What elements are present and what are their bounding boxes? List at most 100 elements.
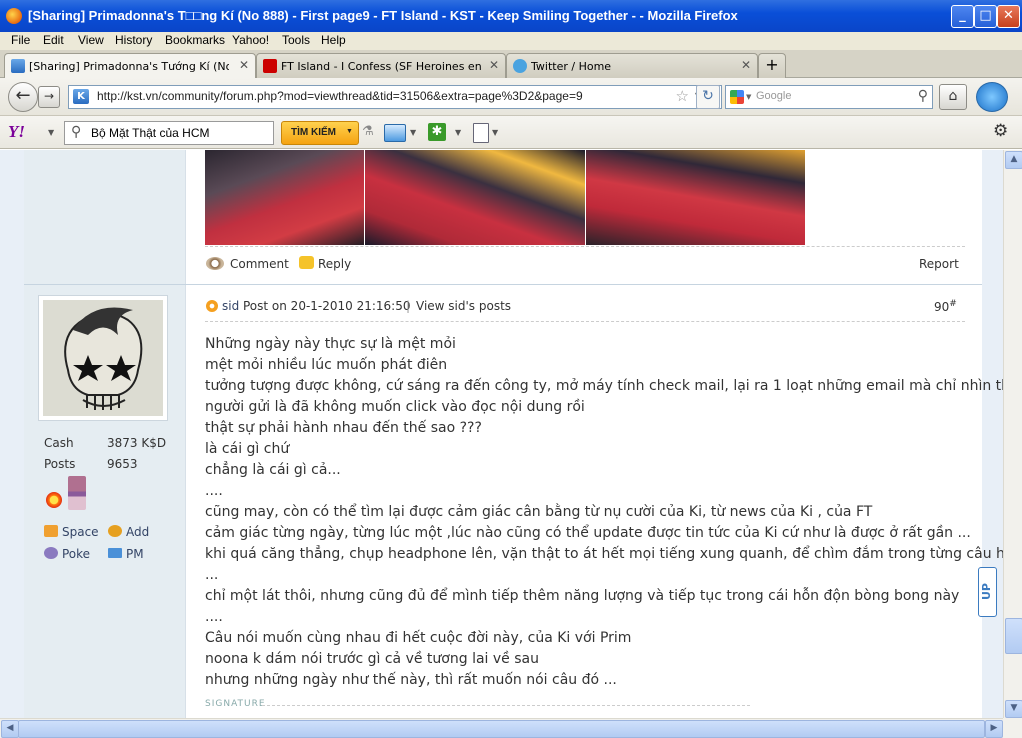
cash-value: 3873 K$D — [107, 436, 167, 450]
tab-close-icon[interactable]: ✕ — [741, 58, 751, 72]
online-status-icon — [206, 300, 218, 312]
menu-file[interactable]: File — [11, 33, 30, 47]
menu-help[interactable]: Help — [321, 33, 346, 47]
post-image-3[interactable] — [586, 150, 805, 245]
cash-label: Cash — [44, 436, 74, 450]
header-separator: | — [406, 299, 411, 313]
poke-link[interactable]: Poke — [62, 547, 90, 561]
author-sidebar — [24, 150, 186, 718]
menu-edit[interactable]: Edit — [43, 33, 64, 47]
horizontal-scrollbar[interactable]: ◀ ▶ — [0, 718, 1003, 738]
avatar[interactable] — [38, 295, 168, 421]
author-name[interactable]: sid — [222, 299, 239, 313]
forward-button[interactable]: → — [38, 86, 60, 108]
post-image-1[interactable] — [205, 150, 364, 245]
post-line: Câu nói muốn cùng nhau đi hết cuộc đời n… — [205, 630, 632, 646]
search-engine-dropdown-icon[interactable]: ▼ — [746, 93, 751, 101]
menu-view[interactable]: View — [78, 33, 104, 47]
skype-icon[interactable] — [976, 82, 1008, 112]
minimize-button[interactable]: _ — [951, 5, 974, 28]
menu-yahoo[interactable]: Yahoo! — [232, 33, 269, 47]
answers-dropdown-icon[interactable]: ▼ — [455, 128, 461, 137]
report-link[interactable]: Report — [919, 257, 959, 271]
post-line: noona k dám nói trước gì cả về tương lai… — [205, 651, 539, 667]
tab-twitter[interactable]: Twitter / Home ✕ — [506, 53, 758, 79]
yahoo-search-dropdown-icon[interactable]: ▼ — [346, 128, 353, 135]
reply-link[interactable]: Reply — [318, 257, 351, 271]
post-line: Những ngày này thực sự là mệt mỏi — [205, 336, 456, 352]
scrollbar-corner — [1003, 718, 1022, 738]
comment-icon — [206, 257, 224, 270]
yahoo-search-input[interactable]: ⚲ Bộ Mặt Thật của HCM — [64, 121, 274, 145]
close-window-button[interactable]: ✕ — [997, 5, 1020, 28]
yahoo-mail-icon[interactable] — [384, 124, 406, 142]
menu-history[interactable]: History — [115, 33, 152, 47]
yahoo-search-value: Bộ Mặt Thật của HCM — [91, 126, 210, 140]
twitter-favicon — [513, 59, 527, 73]
scroll-up-arrow-icon[interactable]: ▲ — [1005, 151, 1022, 169]
google-icon[interactable] — [730, 90, 744, 104]
view-author-posts-link[interactable]: View sid's posts — [416, 299, 511, 313]
comment-link[interactable]: Comment — [230, 257, 289, 271]
post-line: cũng may, còn có thể tìm lại được cảm gi… — [205, 504, 873, 520]
post-header-divider — [205, 321, 965, 322]
maximize-button[interactable]: □ — [974, 5, 997, 28]
reload-icon[interactable]: ↻ — [696, 85, 720, 109]
magnifier-icon: ⚲ — [71, 124, 82, 140]
back-arrow-icon: ← — [15, 85, 31, 106]
pm-link[interactable]: PM — [126, 547, 144, 561]
gear-icon[interactable]: ⚙ — [993, 121, 1008, 141]
web-search-box[interactable]: ▼ Google ⚲ — [725, 85, 933, 109]
page-tools-icon[interactable] — [473, 123, 489, 143]
url-bar[interactable]: K http://kst.vn/community/forum.php?mod=… — [68, 85, 722, 109]
post-floor-number[interactable]: 90# — [934, 299, 957, 314]
bookmark-star-icon[interactable]: ☆ — [676, 87, 689, 105]
search-placeholder: Google — [756, 90, 792, 102]
scroll-down-arrow-icon[interactable]: ▼ — [1005, 700, 1022, 718]
tab-close-icon[interactable]: ✕ — [489, 58, 499, 72]
tab-label: Twitter / Home — [531, 60, 612, 73]
yahoo-toolbar: Y! ▼ ⚲ Bộ Mặt Thật của HCM TÌM KIẾM ▼ ⚗ … — [0, 116, 1022, 149]
site-identity-icon: K — [73, 89, 89, 104]
yahoo-logo[interactable]: Y! — [8, 122, 25, 142]
url-text: http://kst.vn/community/forum.php?mod=vi… — [97, 89, 583, 103]
new-tab-button[interactable]: + — [758, 53, 786, 79]
page-tools-dropdown-icon[interactable]: ▼ — [492, 128, 498, 137]
menu-tools[interactable]: Tools — [282, 33, 310, 47]
window-title-bar: [Sharing] Primadonna's T□□ng Kí (No 888)… — [0, 0, 1022, 32]
signature-divider — [262, 705, 750, 706]
tab-bar: [Sharing] Primadonna's Tướng Kí (No 888)… — [0, 50, 1022, 80]
search-magnifier-icon[interactable]: ⚲ — [918, 88, 928, 104]
add-friend-link[interactable]: Add — [126, 525, 149, 539]
scroll-right-arrow-icon[interactable]: ▶ — [985, 720, 1003, 738]
signature-label: SIGNATURE — [205, 699, 266, 709]
tab-youtube[interactable]: FT Island - I Confess (SF Heroines engli… — [256, 53, 506, 79]
home-button[interactable]: ⌂ — [939, 84, 967, 110]
mail-dropdown-icon[interactable]: ▼ — [410, 128, 416, 137]
post-line: là cái gì chứ — [205, 441, 290, 457]
post-line: .... — [205, 609, 223, 625]
horizontal-scrollbar-thumb[interactable] — [18, 720, 985, 738]
scroll-up-button[interactable]: UP — [978, 567, 997, 617]
space-icon — [44, 525, 58, 537]
firefox-icon — [6, 8, 22, 24]
forward-arrow-icon: → — [43, 89, 55, 103]
tab-kst-forum[interactable]: [Sharing] Primadonna's Tướng Kí (No 888)… — [4, 53, 256, 80]
yahoo-answers-icon[interactable]: ✱ — [428, 123, 446, 141]
vertical-scrollbar[interactable]: ▲ ▼ — [1003, 150, 1022, 718]
scroll-left-arrow-icon[interactable]: ◀ — [1, 720, 19, 738]
menu-bar: File Edit View History Bookmarks Yahoo! … — [0, 32, 1022, 50]
yahoo-search-button[interactable]: TÌM KIẾM ▼ — [281, 121, 359, 145]
floor-suffix: # — [949, 299, 957, 309]
back-button[interactable]: ← — [8, 82, 38, 112]
post-line: thật sự phải hành nhau đến thế sao ??? — [205, 420, 482, 436]
posts-label: Posts — [44, 457, 76, 471]
add-friend-icon — [108, 525, 122, 537]
post-line: khi quá căng thẳng, chụp headphone lên, … — [205, 546, 1003, 562]
yahoo-menu-dropdown-icon[interactable]: ▼ — [48, 128, 54, 137]
scrollbar-thumb[interactable] — [1005, 618, 1022, 654]
tab-close-icon[interactable]: ✕ — [239, 58, 249, 72]
space-link[interactable]: Space — [62, 525, 99, 539]
menu-bookmarks[interactable]: Bookmarks — [165, 33, 225, 47]
post-image-2[interactable] — [365, 150, 585, 245]
